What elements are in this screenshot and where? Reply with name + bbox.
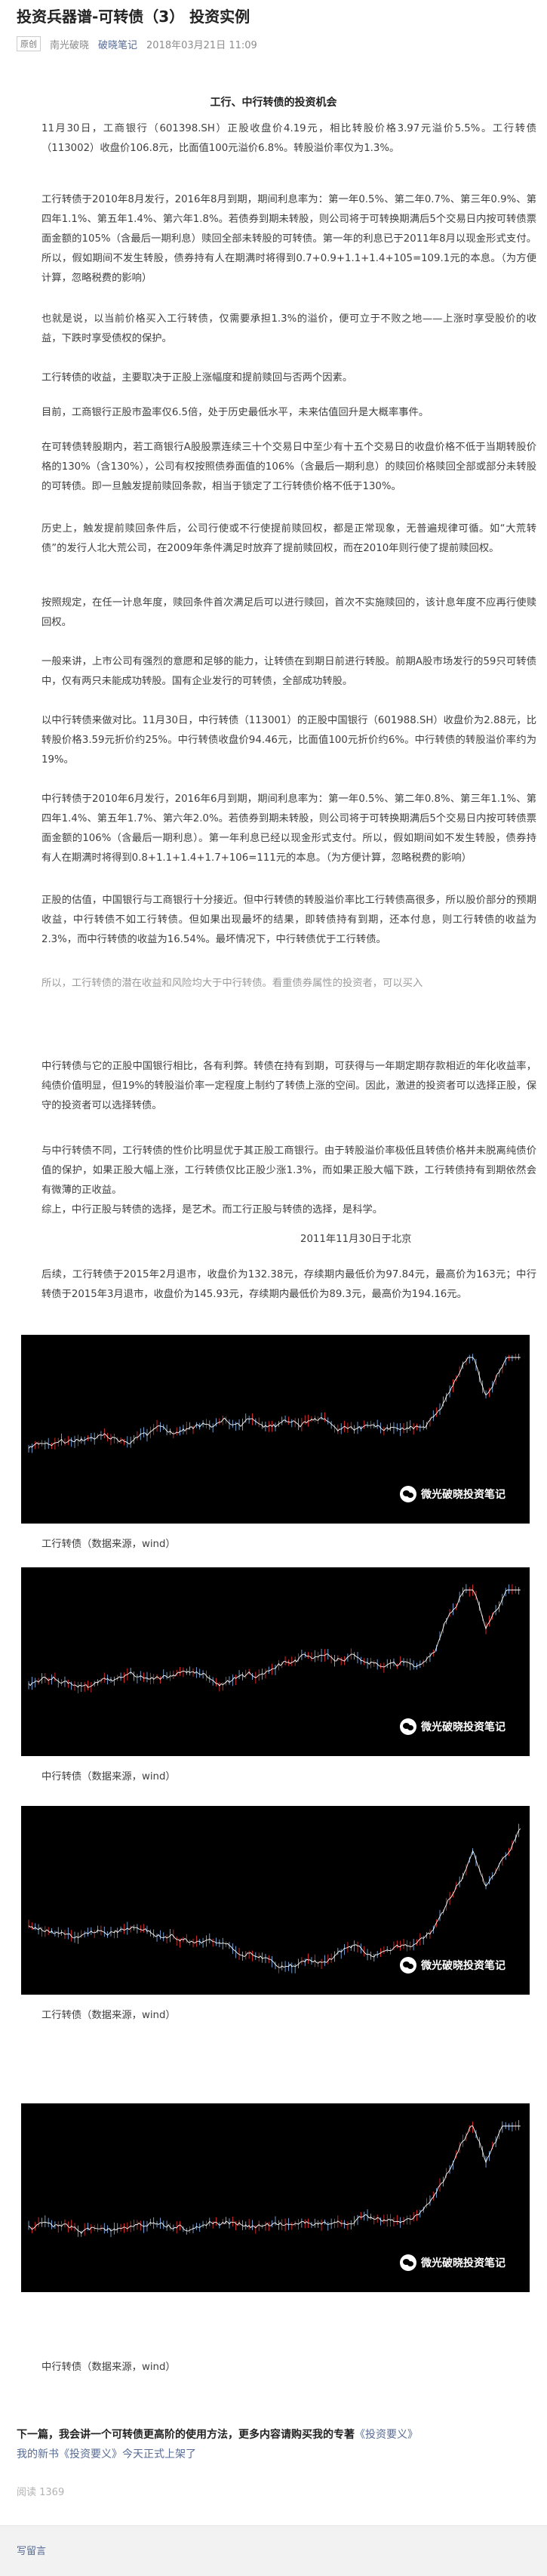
- watermark-text: 微光破晓投资笔记: [421, 1960, 506, 1972]
- watermark: 微光破晓投资笔记: [400, 1718, 506, 1735]
- chart-image: 微光破晓投资笔记: [21, 2103, 530, 2292]
- wechat-icon: [400, 1718, 416, 1735]
- chart-caption: 工行转债（数据来源，wind）: [41, 1539, 176, 1550]
- watermark-text: 微光破晓投资笔记: [421, 2257, 506, 2269]
- price-line: [28, 1589, 521, 1688]
- next-article-note: 下一篇，我会讲一个可转债更高阶的使用方法，更多内容请购买我的专著《投资要义》 我…: [17, 2425, 530, 2464]
- footer-prefix: 下一篇，我会讲一个可转债更高阶的使用方法，更多内容请购买我的专著: [17, 2429, 355, 2441]
- price-line: [28, 1357, 521, 1449]
- book-link[interactable]: 《投资要义》: [355, 2429, 418, 2441]
- article-page: 投资兵器谱-可转债（3） 投资实例 原创 南光破晓 破晓笔记 2018年03月2…: [0, 0, 547, 2576]
- new-book-link[interactable]: 我的新书《投资要义》今天正式上架了: [17, 2448, 196, 2460]
- section-title: 工行、中行转债的投资机会: [210, 97, 337, 109]
- paragraph: 工行转债的收益，主要取决于正股上涨幅度和提前赎回与否两个因素。: [41, 372, 353, 384]
- watermark: 微光破晓投资笔记: [400, 1486, 506, 1502]
- paragraph: 也就是说，以当前价格买入工行转债，仅需要承担1.3%的溢价，便可立于不败之地——…: [41, 313, 536, 344]
- wechat-icon: [400, 2254, 416, 2271]
- chart-image: 微光破晓投资笔记: [21, 1335, 530, 1524]
- signature: 2011年11月30日于北京: [300, 1234, 412, 1245]
- paragraph: 综上，中行正股与转债的选择，是艺术。而工行正股与转债的选择，是科学。: [41, 1204, 383, 1216]
- paragraph: 历史上，触发提前赎回条件后，公司行使或不行使提前赎回权，都是正常现象，无普遍规律…: [41, 523, 536, 554]
- account-link[interactable]: 破晓笔记: [98, 37, 137, 51]
- watermark: 微光破晓投资笔记: [400, 1957, 506, 1974]
- chart-caption: 工行转债（数据来源，wind）: [41, 2010, 176, 2021]
- author-name: 南光破晓: [50, 39, 90, 51]
- paragraph: 工行转债于2010年8月发行，2016年8月到期，期间利息率为：第一年0.5%、…: [41, 194, 536, 284]
- postscript: 后续，工行转债于2015年2月退市，收盘价为132.38元，存续期内最低价为97…: [41, 1269, 536, 1300]
- paragraph: 在可转债转股期内，若工商银行A股股票连续三十个交易日中至少有十五个交易日的收盘价…: [41, 442, 536, 492]
- read-count: 阅读 1369: [17, 2487, 65, 2498]
- chart-caption: 中行转债（数据来源，wind）: [41, 1771, 176, 1783]
- paragraph: 目前，工商银行正股市盈率仅6.5倍，处于历史最低水平，未来估值回升是大概率事件。: [41, 407, 429, 418]
- paragraph: 以中行转债来做对比。11月30日，中行转债（113001）的正股中国银行（601…: [41, 715, 536, 766]
- watermark-text: 微光破晓投资笔记: [421, 1721, 506, 1733]
- paragraph: 所以，工行转债的潜在收益和风险均大于中行转债。看重债券属性的投资者，可以买入: [41, 978, 423, 989]
- paragraph: 一般来讲，上市公司有强烈的意愿和足够的能力，让转债在到期日前进行转股。前期A股市…: [41, 656, 536, 687]
- wechat-icon: [400, 1486, 416, 1502]
- paragraph: 中行转债于2010年6月发行，2016年6月到期，期间利息率为：第一年0.5%、…: [41, 793, 536, 864]
- comment-bar[interactable]: 写留言: [0, 2525, 547, 2576]
- watermark-text: 微光破晓投资笔记: [421, 1489, 506, 1501]
- paragraph: 与中行转债不同，工行转债的性价比明显优于其正股工商银行。由于转股溢价率极低且转债…: [41, 1145, 536, 1196]
- paragraph: 正股的估值，中国银行与工商银行十分接近。但中行转债的转股溢价率比工行转债高很多，…: [41, 895, 536, 945]
- paragraph: 中行转债与它的正股中国银行相比，各有利弊。转债在持有到期，可获得与一年期定期存款…: [41, 1061, 536, 1111]
- original-tag: 原创: [17, 36, 41, 51]
- article-title: 投资兵器谱-可转债（3） 投资实例: [17, 8, 250, 26]
- paragraph: 按照规定，在任一计息年度，赎回条件首次满足后可以进行赎回，首次不实施赎回的，该计…: [41, 597, 536, 628]
- wechat-icon: [400, 1957, 416, 1974]
- chart-image: 微光破晓投资笔记: [21, 1806, 530, 1995]
- article-meta: 原创 南光破晓 破晓笔记 2018年03月21日 11:09: [17, 36, 257, 51]
- watermark: 微光破晓投资笔记: [400, 2254, 506, 2271]
- publish-date: 2018年03月21日 11:09: [146, 39, 257, 51]
- price-line: [28, 2125, 521, 2234]
- chart-caption: 中行转债（数据来源，wind）: [41, 2362, 176, 2373]
- write-comment-link[interactable]: 写留言: [17, 2543, 46, 2557]
- paragraph: 11月30日，工商银行（601398.SH）正股收盘价4.19元，相比转股价格3…: [41, 123, 536, 154]
- chart-image: 微光破晓投资笔记: [21, 1567, 530, 1756]
